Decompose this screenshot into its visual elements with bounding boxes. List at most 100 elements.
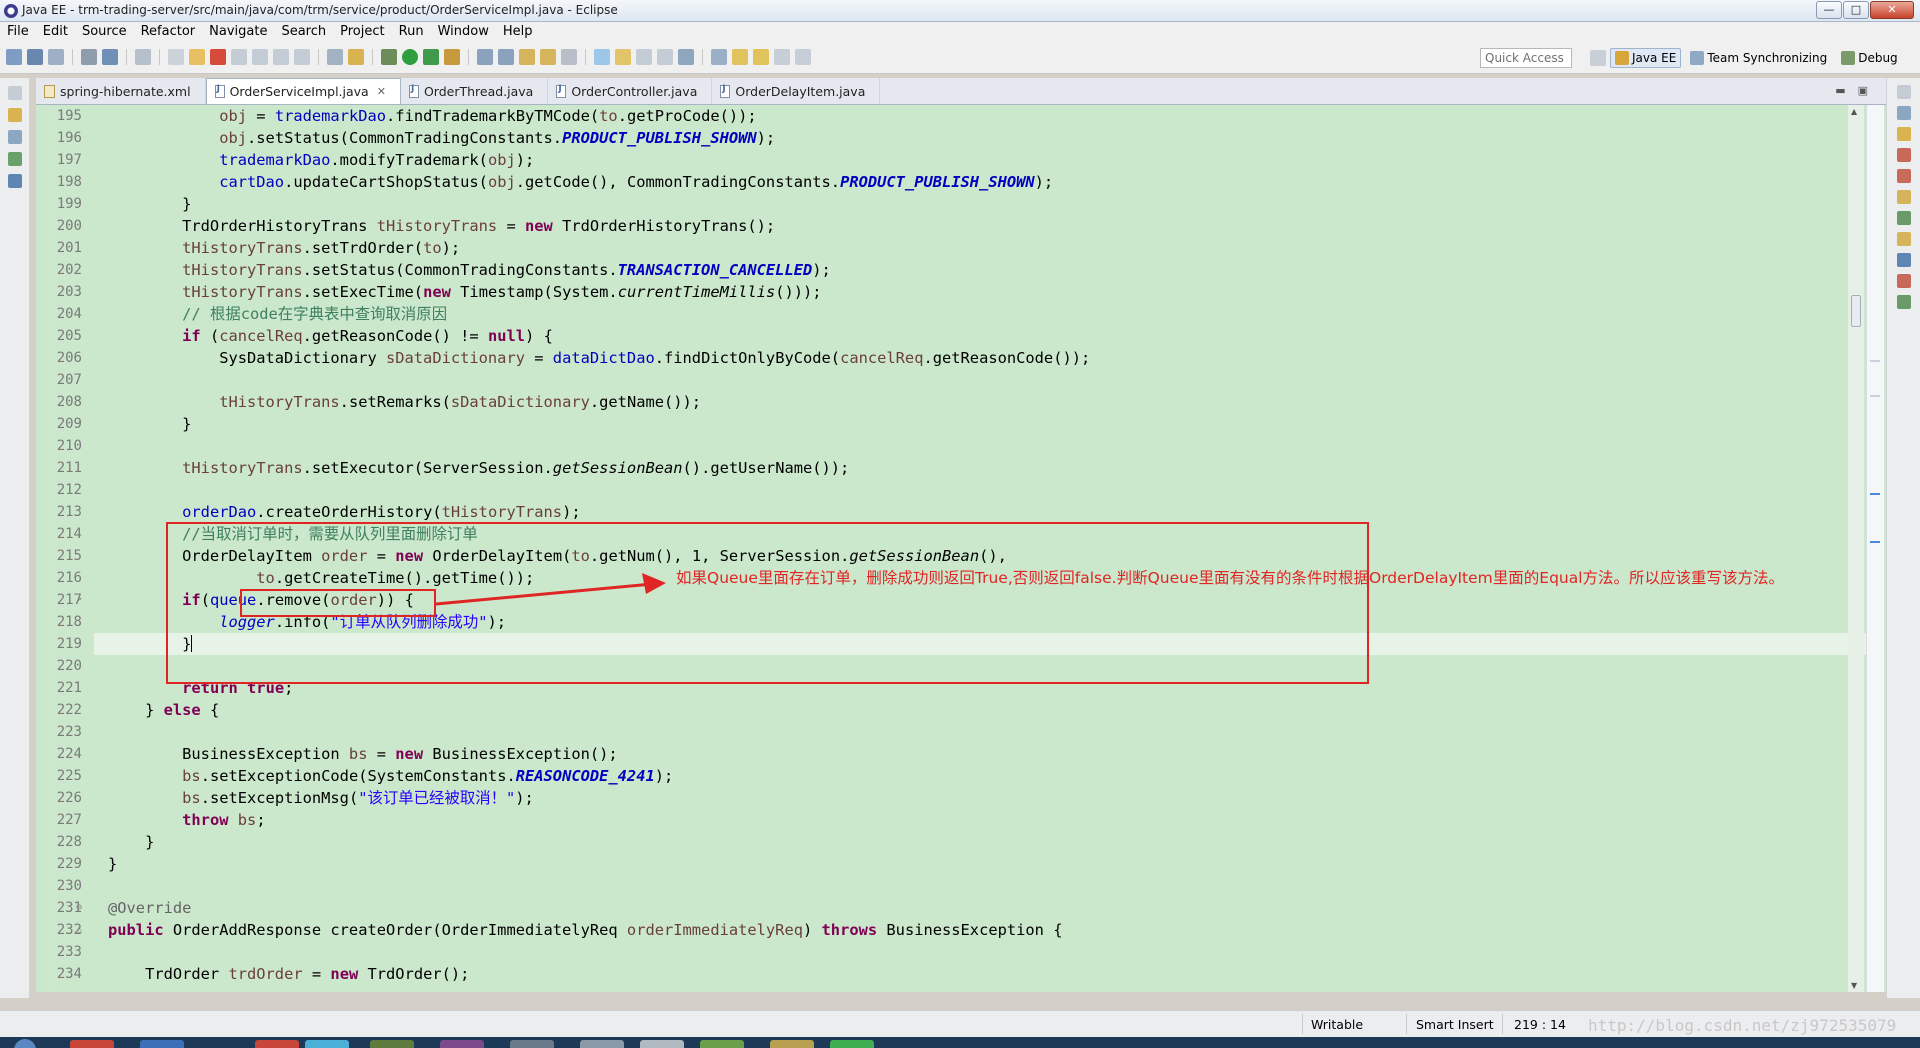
last-edit-location-icon[interactable] [753, 49, 769, 65]
code-line[interactable]: 228 } [57, 831, 1884, 853]
code-line[interactable]: 205 if (cancelReq.getReasonCode() != nul… [57, 325, 1884, 347]
overview-marker[interactable] [1870, 360, 1880, 362]
forward-icon[interactable] [795, 49, 811, 65]
open-perspective-icon[interactable] [1590, 50, 1606, 66]
toggle-block-selection-icon[interactable] [615, 49, 631, 65]
code-text[interactable]: @Override [108, 897, 191, 919]
code-line[interactable]: 201 tHistoryTrans.setTrdOrder(to); [57, 237, 1884, 259]
code-text[interactable]: BusinessException bs = new BusinessExcep… [108, 743, 618, 765]
taskbar-app[interactable] [140, 1040, 184, 1048]
new-package-icon[interactable] [498, 49, 514, 65]
taskbar-app[interactable] [700, 1040, 744, 1048]
menu-navigate[interactable]: Navigate [202, 22, 274, 42]
outline-icon[interactable] [8, 130, 22, 144]
code-line[interactable]: 195 obj = trademarkDao.findTrademarkByTM… [57, 105, 1884, 127]
code-line[interactable]: 209 } [57, 413, 1884, 435]
run-icon[interactable] [402, 49, 418, 65]
taskbar-app[interactable] [255, 1040, 299, 1048]
code-text[interactable]: } [108, 853, 117, 875]
taskbar-app[interactable] [440, 1040, 484, 1048]
maximize-button[interactable]: □ [1843, 1, 1869, 19]
console-icon[interactable] [1897, 253, 1911, 267]
open-folder-icon[interactable] [540, 49, 556, 65]
step-into-icon[interactable] [252, 49, 268, 65]
disconnect-icon[interactable] [231, 49, 247, 65]
suspend-icon[interactable] [189, 49, 205, 65]
marker-icon[interactable]: ↗ [76, 589, 82, 611]
show-whitespace-icon[interactable] [636, 49, 652, 65]
code-line[interactable]: 203 tHistoryTrans.setExecTime(new Timest… [57, 281, 1884, 303]
code-line[interactable]: 202 tHistoryTrans.setStatus(CommonTradin… [57, 259, 1884, 281]
menu-search[interactable]: Search [274, 22, 333, 42]
code-text[interactable]: tHistoryTrans.setStatus(CommonTradingCon… [108, 259, 831, 281]
menu-edit[interactable]: Edit [36, 22, 75, 42]
code-text[interactable]: trademarkDao.modifyTrademark(obj); [108, 149, 534, 171]
taskbar-app[interactable] [70, 1040, 114, 1048]
code-text[interactable]: TrdOrder trdOrder = new TrdOrder(); [108, 963, 469, 985]
code-line[interactable]: 204 // 根据code在字典表中查询取消原因 [57, 303, 1884, 325]
tab-order-controller[interactable]: OrderController.java [548, 78, 713, 104]
use-step-filters-icon[interactable] [327, 49, 343, 65]
code-text[interactable]: SysDataDictionary sDataDictionary = data… [108, 347, 1090, 369]
start-button[interactable] [14, 1039, 36, 1048]
taskbar-app[interactable] [770, 1040, 814, 1048]
menu-refactor[interactable]: Refactor [134, 22, 203, 42]
pilcrow-icon[interactable] [657, 49, 673, 65]
override-marker-icon[interactable]: △ [76, 919, 82, 941]
menu-project[interactable]: Project [333, 22, 391, 42]
code-line[interactable]: 196 obj.setStatus(CommonTradingConstants… [57, 127, 1884, 149]
code-text[interactable]: obj = trademarkDao.findTrademarkByTMCode… [108, 105, 757, 127]
tab-order-service-impl[interactable]: OrderServiceImpl.java ✕ [205, 78, 401, 104]
menu-source[interactable]: Source [75, 22, 134, 42]
code-line[interactable]: 200 TrdOrderHistoryTrans tHistoryTrans =… [57, 215, 1884, 237]
overview-marker[interactable] [1870, 395, 1880, 397]
overview-marker[interactable] [1870, 541, 1880, 543]
code-line[interactable]: 229} [57, 853, 1884, 875]
debug-icon[interactable] [381, 49, 397, 65]
restore-icon[interactable] [8, 86, 22, 100]
back-icon[interactable] [774, 49, 790, 65]
taskbar-app[interactable] [370, 1040, 414, 1048]
project-explorer-icon[interactable] [8, 108, 22, 122]
code-line[interactable]: 227 throw bs; [57, 809, 1884, 831]
scroll-down-icon[interactable]: ▼ [1851, 981, 1857, 990]
code-line[interactable]: 212 [57, 479, 1884, 501]
minimize-button[interactable]: — [1816, 1, 1842, 19]
external-tools-icon[interactable] [444, 49, 460, 65]
skip-breakpoints-icon[interactable] [135, 49, 151, 65]
menu-run[interactable]: Run [392, 22, 431, 42]
code-line[interactable]: 232 △ public OrderAddResponse createOrder(… [57, 919, 1884, 941]
code-text[interactable]: } else { [108, 699, 219, 721]
close-button[interactable]: ✕ [1870, 1, 1914, 19]
servers-icon[interactable] [1897, 190, 1911, 204]
code-line[interactable]: 234 TrdOrder trdOrder = new TrdOrder(); [57, 963, 1884, 985]
minimize-view-icon[interactable]: ▬ [1835, 84, 1845, 97]
code-line[interactable]: 211 tHistoryTrans.setExecutor(ServerSess… [57, 457, 1884, 479]
code-text[interactable]: throw bs; [108, 809, 265, 831]
taskbar-app[interactable] [640, 1040, 684, 1048]
code-text[interactable]: tHistoryTrans.setTrdOrder(to); [108, 237, 460, 259]
tab-spring-hibernate-xml[interactable]: spring-hibernate.xml [36, 78, 206, 104]
overview-marker[interactable] [1870, 493, 1880, 495]
coverage-icon[interactable] [423, 49, 439, 65]
scroll-up-icon[interactable]: ▲ [1851, 107, 1857, 116]
code-text[interactable]: // 根据code在字典表中查询取消原因 [108, 303, 447, 325]
code-text[interactable]: bs.setExceptionCode(SystemConstants.REAS… [108, 765, 673, 787]
markers-icon[interactable] [1897, 148, 1911, 162]
print-icon[interactable] [81, 49, 97, 65]
code-text[interactable]: public OrderAddResponse createOrder(Orde… [108, 919, 1062, 941]
next-annotation-icon[interactable] [711, 49, 727, 65]
code-line[interactable]: 213 orderDao.createOrderHistory(tHistory… [57, 501, 1884, 523]
code-text[interactable]: orderDao.createOrderHistory(tHistoryTran… [108, 501, 580, 523]
open-type-icon[interactable] [519, 49, 535, 65]
taskbar-app[interactable] [305, 1040, 349, 1048]
server-icon[interactable] [348, 49, 364, 65]
resume-icon[interactable] [168, 49, 184, 65]
properties-icon[interactable] [1897, 169, 1911, 183]
perspective-debug[interactable]: Debug [1836, 48, 1902, 68]
code-text[interactable]: tHistoryTrans.setExecutor(ServerSession.… [108, 457, 849, 479]
code-text[interactable]: tHistoryTrans.setExecTime(new Timestamp(… [108, 281, 821, 303]
menu-file[interactable]: File [0, 22, 36, 42]
taskbar-app[interactable] [830, 1040, 874, 1048]
perspective-team-synchronizing[interactable]: Team Synchronizing [1685, 48, 1832, 68]
